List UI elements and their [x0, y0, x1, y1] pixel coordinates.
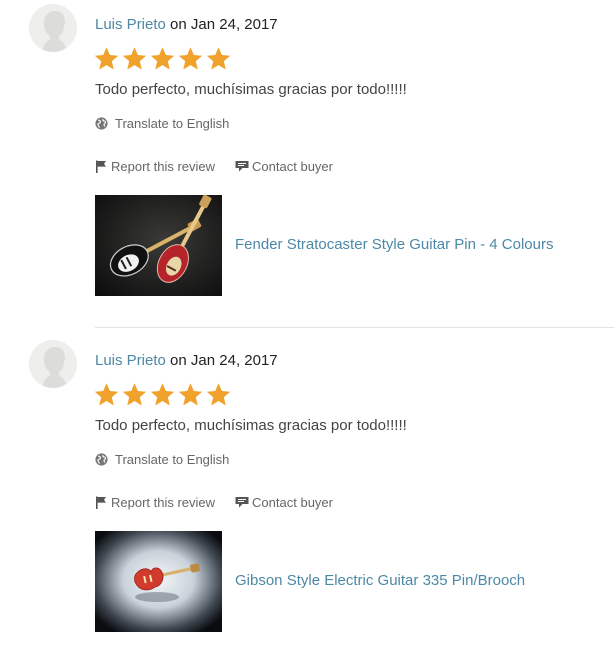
star-icon [150, 383, 175, 406]
globe-icon [95, 452, 108, 466]
star-icon [178, 383, 203, 406]
translate-label: Translate to English [115, 451, 230, 467]
report-label: Report this review [111, 158, 216, 174]
review-text: Todo perfecto, muchísimas gracias por to… [95, 81, 407, 98]
listing-title-link[interactable]: Gibson Style Electric Guitar 335 Pin/Bro… [235, 571, 525, 591]
avatar[interactable] [29, 340, 77, 388]
report-label: Report this review [111, 494, 216, 510]
review-header: Luis Prieto on Jan 24, 2017 [95, 351, 278, 371]
star-icon [178, 47, 203, 70]
globe-icon [95, 116, 108, 130]
user-silhouette-icon [29, 4, 77, 52]
translate-link[interactable]: Translate to English [95, 114, 229, 132]
reviewer-name-link[interactable]: Luis Prieto [95, 16, 166, 33]
user-silhouette-icon [29, 340, 77, 388]
reviews-list: Luis Prieto on Jan 24, 2017 Todo perfect… [0, 0, 614, 663]
contact-label: Contact buyer [252, 158, 333, 174]
star-icon [206, 47, 231, 70]
translate-link[interactable]: Translate to English [95, 450, 229, 468]
report-review-link[interactable]: Report this review [95, 495, 215, 510]
star-icon [150, 47, 175, 70]
review-actions: Report this review Contact buyer [95, 157, 333, 175]
star-rating [94, 382, 231, 408]
contact-buyer-link[interactable]: Contact buyer [235, 159, 333, 174]
listing-image[interactable] [95, 531, 222, 632]
guitar-pins-photo [95, 195, 222, 296]
star-icon [206, 383, 231, 406]
contact-label: Contact buyer [252, 494, 333, 510]
flag-icon [96, 496, 106, 509]
review-text: Todo perfecto, muchísimas gracias por to… [95, 417, 407, 434]
chat-bubble-icon [235, 160, 249, 171]
on-text: on [170, 16, 187, 33]
review-item: Luis Prieto on Jan 24, 2017 Todo perfect… [0, 336, 614, 646]
avatar[interactable] [29, 4, 77, 52]
chat-bubble-icon [235, 496, 249, 507]
star-icon [94, 47, 119, 70]
listing-image[interactable] [95, 195, 222, 296]
flag-icon [96, 160, 106, 173]
contact-buyer-link[interactable]: Contact buyer [235, 495, 333, 510]
translate-label: Translate to English [115, 115, 230, 131]
star-icon [122, 47, 147, 70]
reviewer-name-link[interactable]: Luis Prieto [95, 352, 166, 369]
star-icon [94, 383, 119, 406]
review-header: Luis Prieto on Jan 24, 2017 [95, 15, 278, 35]
report-review-link[interactable]: Report this review [95, 159, 215, 174]
divider [95, 327, 614, 328]
review-date: Jan 24, 2017 [190, 352, 278, 369]
on-text: on [170, 352, 187, 369]
listing-title-link[interactable]: Fender Stratocaster Style Guitar Pin - 4… [235, 235, 553, 255]
star-rating [94, 46, 231, 72]
review-item: Luis Prieto on Jan 24, 2017 Todo perfect… [0, 0, 614, 310]
star-icon [122, 383, 147, 406]
review-date: Jan 24, 2017 [190, 16, 278, 33]
review-actions: Report this review Contact buyer [95, 493, 333, 511]
guitar-pin-photo [95, 531, 222, 632]
